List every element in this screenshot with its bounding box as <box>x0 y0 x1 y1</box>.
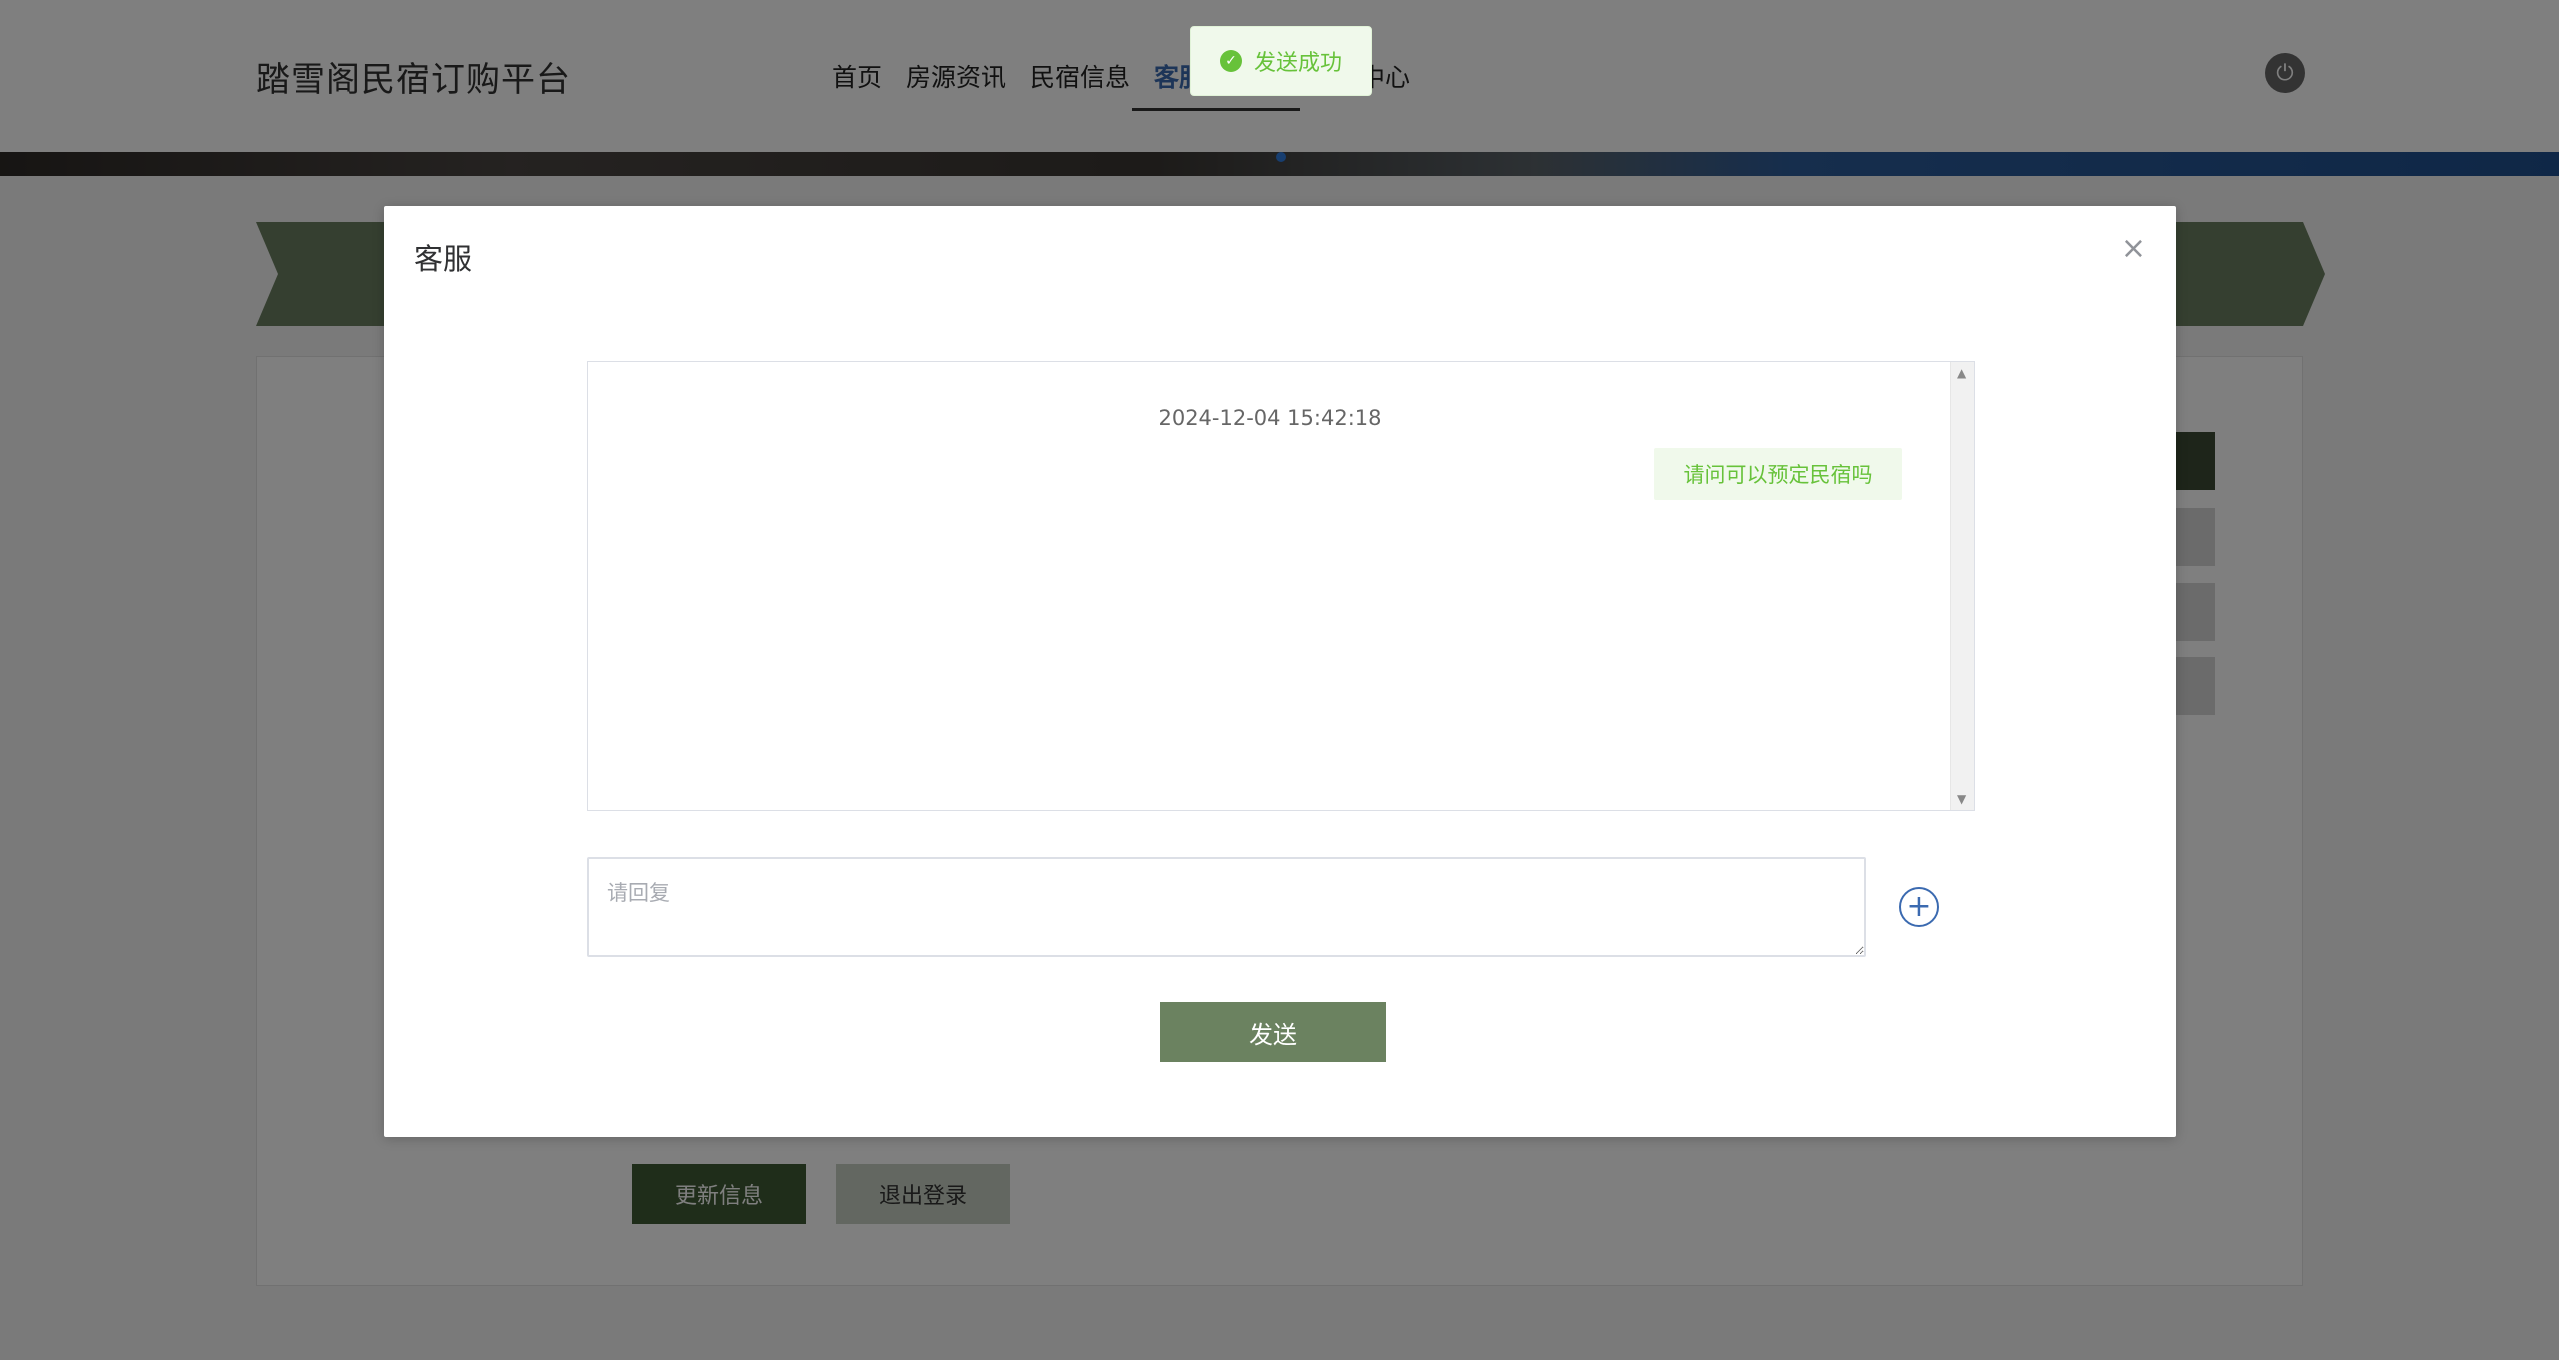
send-button[interactable]: 发送 <box>1160 1002 1386 1062</box>
close-icon[interactable]: × <box>2121 234 2146 264</box>
scroll-up-icon[interactable]: ▲ <box>1957 366 1966 380</box>
scroll-down-icon[interactable]: ▼ <box>1957 792 1966 806</box>
check-icon: ✓ <box>1219 50 1242 72</box>
chat-message-bubble: 请问可以预定民宿吗 <box>1654 448 1902 500</box>
dialog-title: 客服 <box>414 242 473 276</box>
chat-timestamp: 2024-12-04 15:42:18 <box>1158 406 1382 430</box>
reply-input[interactable] <box>587 857 1866 957</box>
toast-message: 发送成功 <box>1253 51 1342 76</box>
chat-history[interactable]: 2024-12-04 15:42:18 请问可以预定民宿吗 ▲ ▼ <box>587 361 1975 811</box>
add-attachment-icon[interactable]: + <box>1899 887 1939 927</box>
success-toast: ✓ 发送成功 <box>1190 26 1372 96</box>
customer-service-dialog: 客服 × 2024-12-04 15:42:18 请问可以预定民宿吗 ▲ ▼ +… <box>384 206 2176 1137</box>
chat-scrollbar[interactable]: ▲ ▼ <box>1950 362 1974 810</box>
